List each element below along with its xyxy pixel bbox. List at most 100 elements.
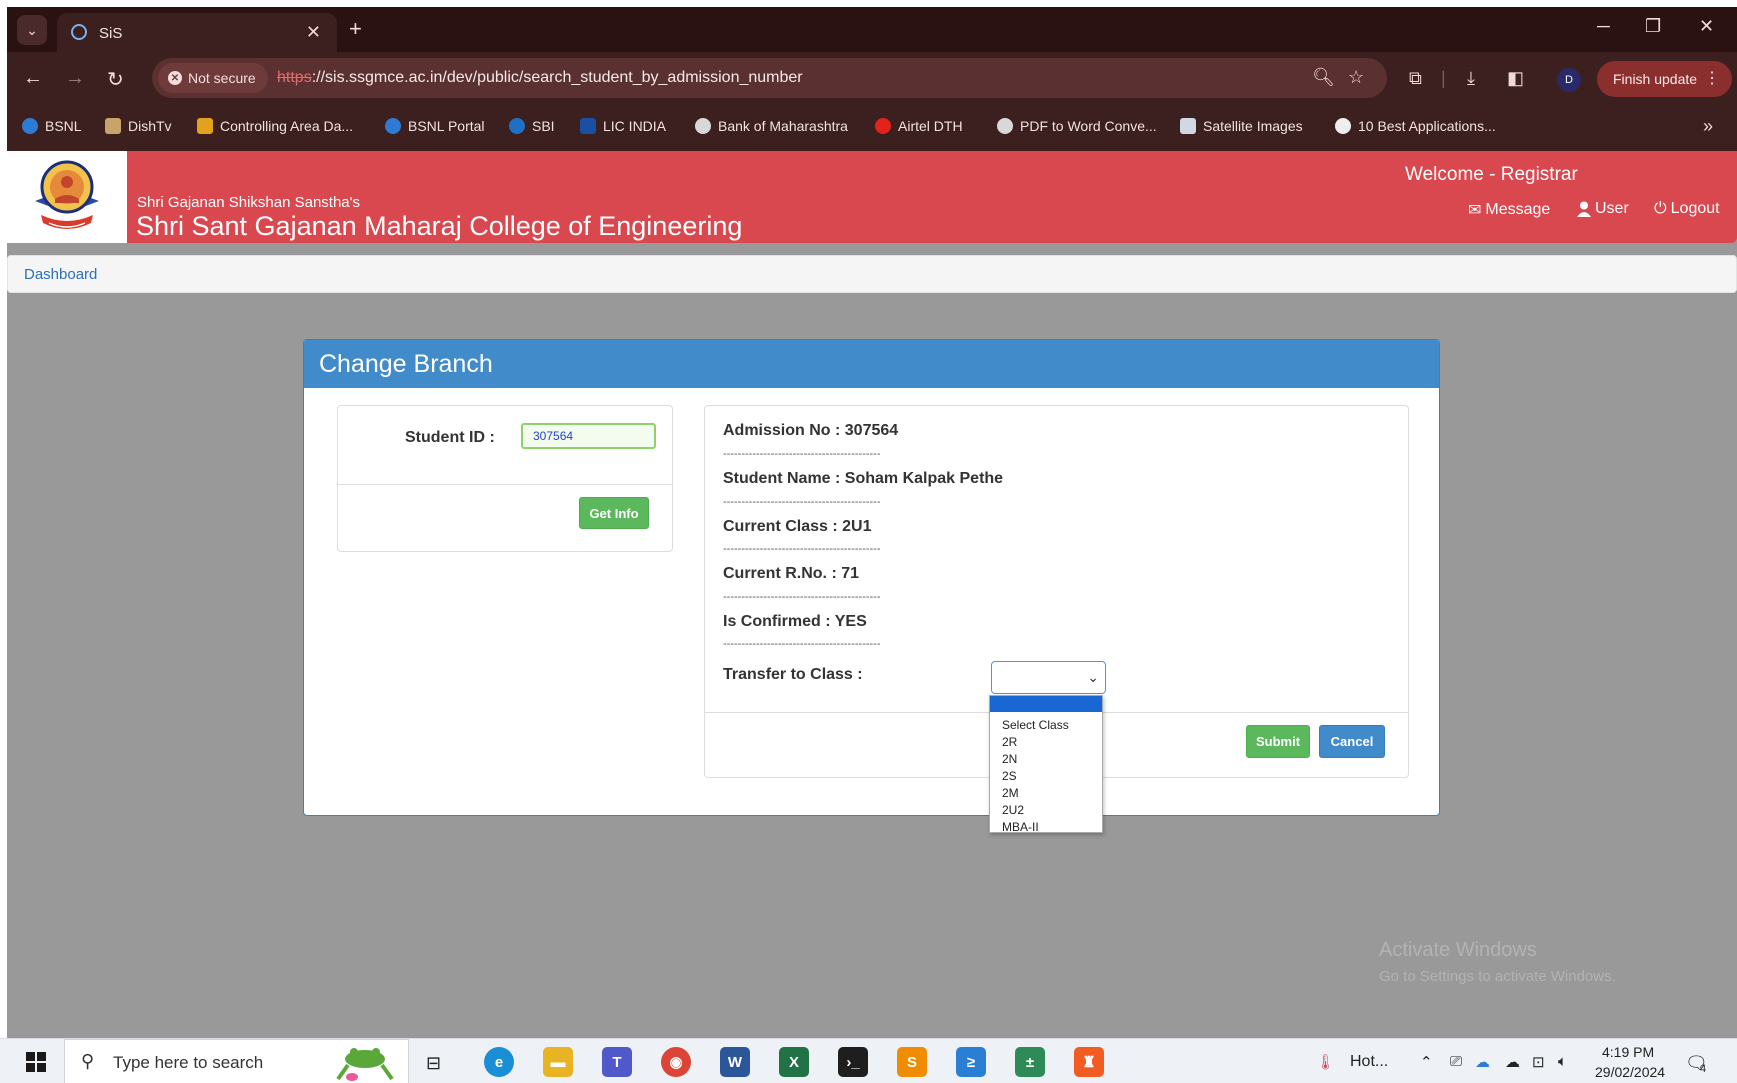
not-secure-chip[interactable]: ✕ Not secure: [158, 63, 268, 93]
dropdown-option-2n[interactable]: 2N: [1002, 752, 1017, 766]
weather-icon[interactable]: 🌡︎: [1316, 1053, 1335, 1071]
bookmark-airtel-dth[interactable]: Airtel DTH: [875, 118, 963, 134]
cancel-button[interactable]: Cancel: [1319, 725, 1385, 758]
terminal-icon[interactable]: ›_: [838, 1047, 868, 1077]
transfer-class-select[interactable]: ⌄: [991, 661, 1106, 694]
taskbar-search-placeholder: Type here to search: [113, 1053, 264, 1072]
window-close-icon[interactable]: ✕: [1699, 16, 1714, 37]
toolbar-divider: |: [1441, 68, 1446, 88]
bookmark-dishtv[interactable]: DishTv: [105, 118, 172, 134]
browser-tab-sis[interactable]: SiS ✕: [57, 13, 337, 52]
reload-icon[interactable]: ↻: [107, 67, 124, 92]
breadcrumb-dashboard[interactable]: Dashboard: [24, 266, 97, 283]
downloads-icon[interactable]: ⤓: [1467, 68, 1475, 89]
cloud-icon[interactable]: ☁: [1505, 1053, 1520, 1071]
sublime-text-icon[interactable]: S: [897, 1047, 927, 1077]
teams-icon[interactable]: T: [602, 1047, 632, 1077]
not-secure-label: Not secure: [188, 70, 256, 86]
back-arrow-icon[interactable]: ←: [23, 67, 43, 90]
tray-chevron-up-icon[interactable]: ⌃: [1420, 1053, 1433, 1071]
bsnl-icon: [22, 118, 38, 134]
user-link[interactable]: User: [1577, 200, 1629, 218]
institution-subtitle: Shri Gajanan Shikshan Sanstha's: [137, 194, 361, 211]
dropdown-option-select-class[interactable]: Select Class: [1002, 718, 1069, 732]
word-icon[interactable]: W: [720, 1047, 750, 1077]
network-icon[interactable]: ⊡: [1532, 1053, 1545, 1071]
activate-windows-hint: Go to Settings to activate Windows.: [1379, 968, 1616, 985]
clock-date[interactable]: 29/02/2024: [1595, 1064, 1665, 1080]
dropdown-option-2s[interactable]: 2S: [1002, 769, 1017, 783]
file-explorer-icon[interactable]: ▬: [543, 1047, 573, 1077]
bookmark-lic-india[interactable]: LIC INDIA: [580, 118, 666, 134]
bookmark-satellite-images[interactable]: Satellite Images: [1180, 118, 1303, 134]
clock-time[interactable]: 4:19 PM: [1602, 1044, 1654, 1060]
lic-icon: [580, 118, 596, 134]
dropdown-option-blank-highlighted[interactable]: [990, 696, 1102, 712]
separator-line: ----------------------------------------…: [723, 496, 881, 508]
edge-icon[interactable]: e: [484, 1047, 514, 1077]
app-icon: [1335, 118, 1351, 134]
bookmarks-overflow-icon[interactable]: »: [1703, 116, 1713, 137]
dropdown-option-2u2[interactable]: 2U2: [1002, 803, 1024, 817]
message-link[interactable]: ✉ Message: [1468, 200, 1550, 220]
side-panel-icon[interactable]: ◧: [1507, 68, 1524, 89]
menu-dots-icon: ⋮: [1704, 70, 1720, 87]
app-icon[interactable]: ±: [1015, 1047, 1045, 1077]
site-header: Shri Gajanan Shikshan Sanstha's Shri San…: [7, 151, 1737, 243]
bookmark-pdf-to-word[interactable]: PDF to Word Conve...: [997, 118, 1157, 134]
bookmark-bsnl[interactable]: BSNL: [22, 118, 82, 134]
change-branch-panel: Change Branch Student ID : Get Info Admi…: [303, 339, 1440, 816]
tab-strip: ⌄ SiS ✕ + ─ ❐ ✕: [7, 7, 1737, 52]
tab-close-icon[interactable]: ✕: [306, 22, 321, 43]
url-text[interactable]: https://sis.ssgmce.ac.in/dev/public/sear…: [277, 69, 803, 87]
institution-title: Shri Sant Gajanan Maharaj College of Eng…: [136, 211, 743, 241]
submit-button[interactable]: Submit: [1246, 725, 1310, 758]
student-id-input[interactable]: [521, 423, 656, 449]
welcome-text: Welcome - Registrar: [1405, 164, 1578, 185]
task-view-icon[interactable]: ⊟: [426, 1053, 441, 1074]
power-icon: ⏻: [1654, 200, 1667, 217]
powershell-icon[interactable]: ≥: [956, 1047, 986, 1077]
meet-now-icon[interactable]: ⎚: [1450, 1053, 1462, 1070]
bookmark-star-icon[interactable]: ☆: [1348, 67, 1364, 88]
satellite-icon: [1180, 118, 1196, 134]
dropdown-option-2m[interactable]: 2M: [1002, 786, 1019, 800]
panel-title: Change Branch: [319, 350, 493, 378]
minimize-icon[interactable]: ─: [1597, 16, 1610, 37]
pdf-icon: [997, 118, 1013, 134]
transfer-class-dropdown-list: Select Class 2R 2N 2S 2M 2U2 MBA-II: [989, 695, 1103, 834]
new-tab-button[interactable]: +: [349, 16, 362, 42]
brave-icon[interactable]: ♜: [1074, 1047, 1104, 1077]
finish-update-button[interactable]: Finish update ⋮: [1597, 61, 1732, 97]
excel-icon[interactable]: X: [779, 1047, 809, 1077]
get-info-button[interactable]: Get Info: [579, 497, 649, 529]
extensions-icon[interactable]: ⧉: [1409, 68, 1422, 89]
airtel-icon: [875, 118, 891, 134]
bookmark-10-best-applications[interactable]: 10 Best Applications...: [1335, 118, 1496, 134]
tab-search-chevron-icon[interactable]: ⌄: [17, 15, 47, 45]
transfer-to-class-label: Transfer to Class :: [723, 666, 863, 683]
volume-icon[interactable]: 🔈︎: [1558, 1053, 1567, 1070]
bookmark-bsnl-portal[interactable]: BSNL Portal: [385, 118, 485, 134]
dropdown-option-mba-ii[interactable]: MBA-II: [1002, 820, 1039, 834]
address-bar[interactable]: ✕ Not secure https://sis.ssgmce.ac.in/de…: [152, 58, 1387, 98]
college-logo: [35, 160, 99, 229]
chrome-icon[interactable]: ◉: [661, 1047, 691, 1077]
separator-line: ----------------------------------------…: [723, 448, 881, 460]
breadcrumb: Dashboard: [7, 255, 1737, 293]
notification-count: 4: [1700, 1063, 1707, 1075]
windows-start-icon[interactable]: [26, 1052, 46, 1072]
browser-toolbar: ← → ↻ ✕ Not secure https://sis.ssgmce.ac…: [7, 52, 1737, 105]
bookmark-controlling-area[interactable]: Controlling Area Da...: [197, 118, 353, 134]
bookmarks-bar: BSNL DishTv Controlling Area Da... BSNL …: [7, 105, 1737, 151]
forward-arrow-icon[interactable]: →: [65, 67, 85, 90]
logout-link[interactable]: ⏻ Logout: [1654, 200, 1720, 218]
bookmark-sbi[interactable]: SBI: [509, 118, 555, 134]
zoom-icon[interactable]: 🔍︎: [1312, 67, 1335, 88]
restore-icon[interactable]: ❐: [1645, 16, 1661, 37]
dropdown-option-2r[interactable]: 2R: [1002, 735, 1017, 749]
bookmark-bank-of-maharashtra[interactable]: Bank of Maharashtra: [695, 118, 848, 134]
onedrive-icon[interactable]: ☁: [1475, 1053, 1490, 1071]
weather-text[interactable]: Hot...: [1350, 1053, 1388, 1071]
profile-avatar[interactable]: D: [1557, 68, 1581, 92]
